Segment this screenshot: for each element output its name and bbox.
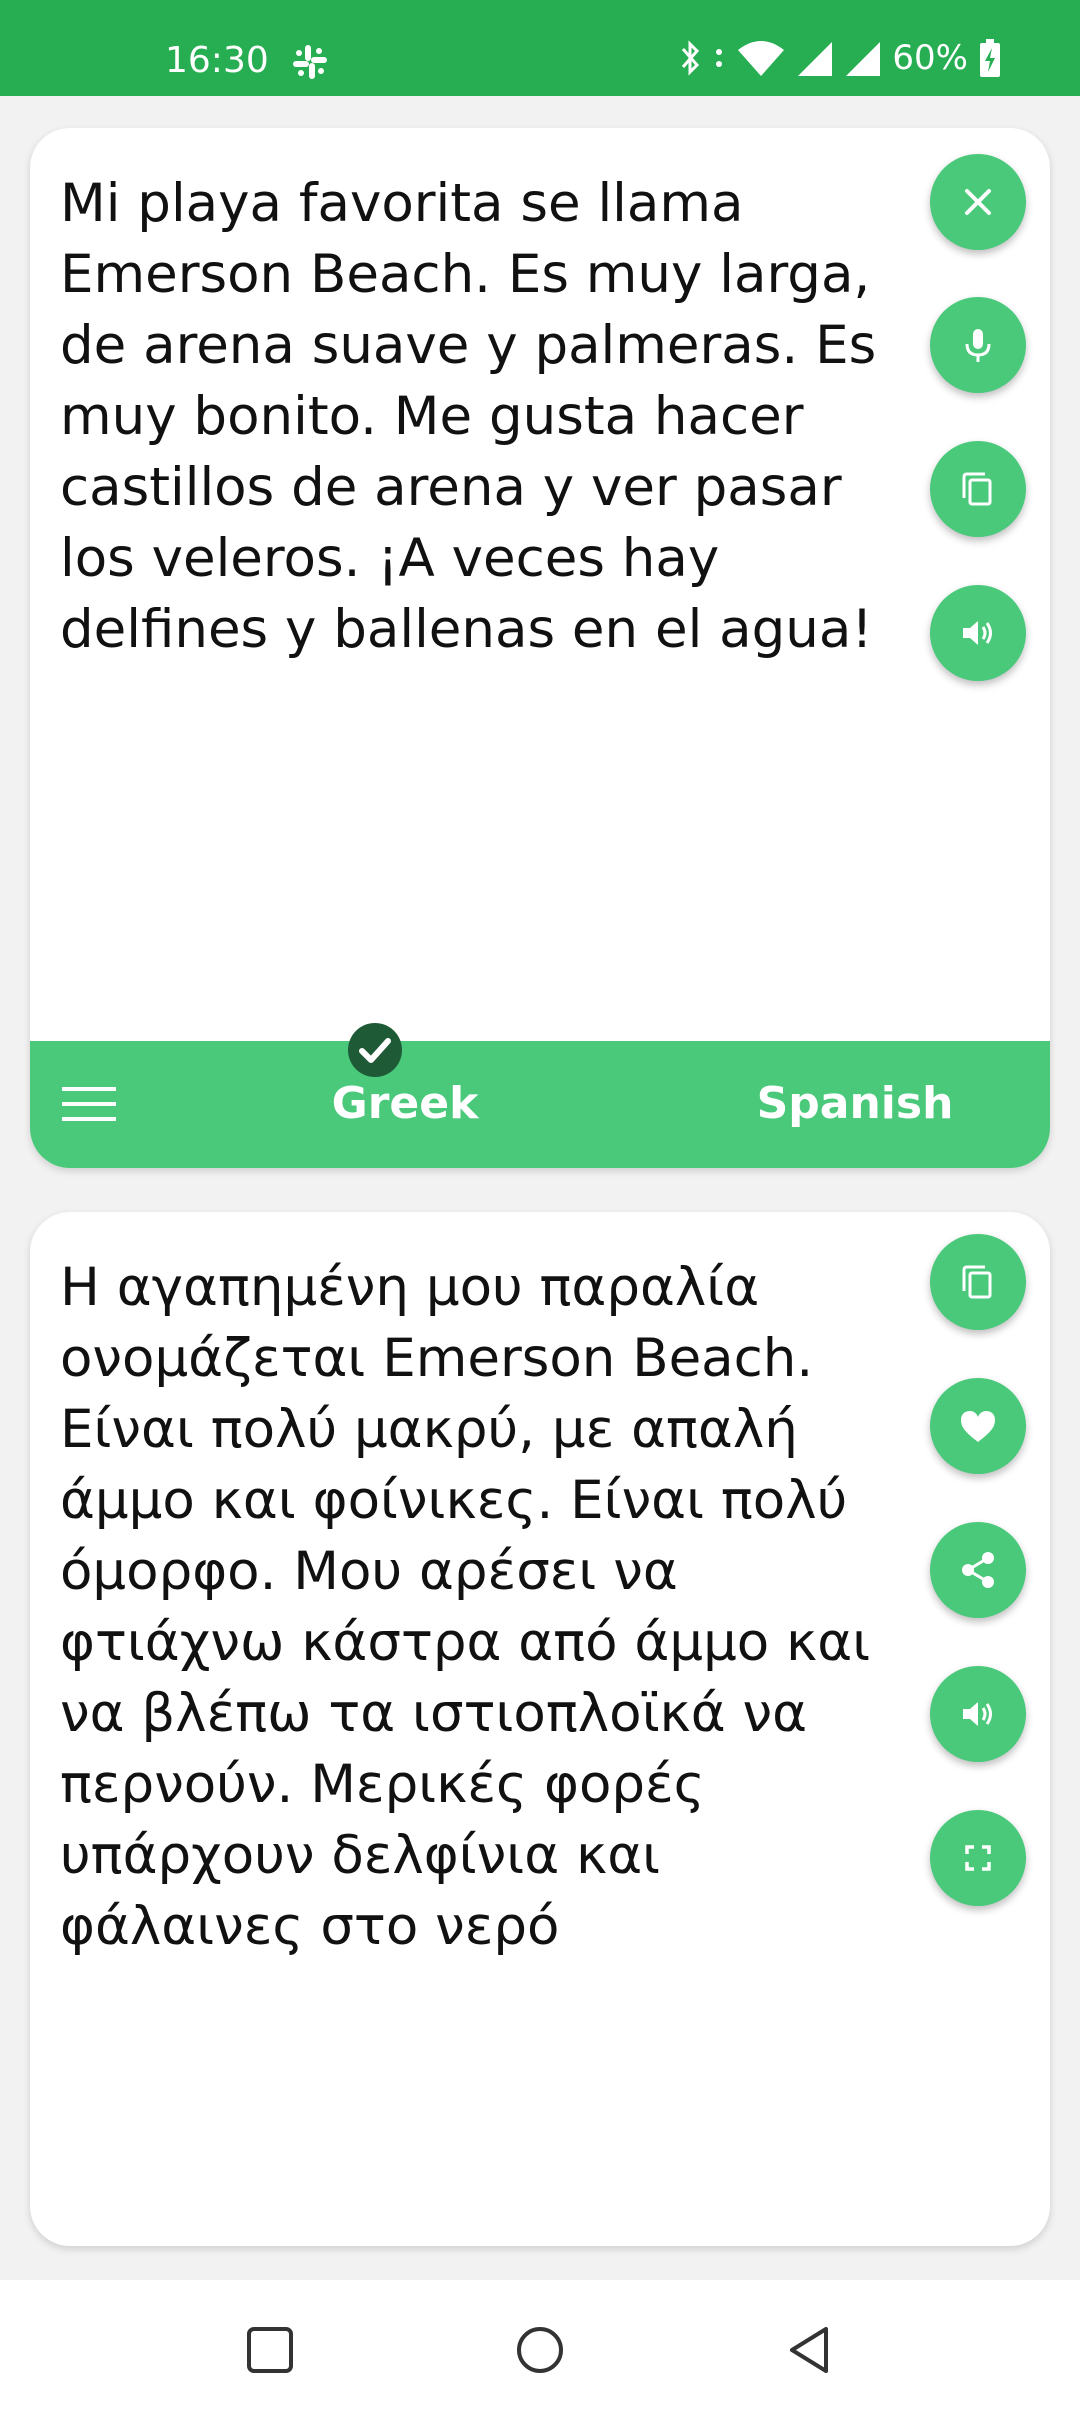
target-language-button[interactable]: Spanish <box>710 1078 1000 1129</box>
speaker-icon <box>963 621 992 645</box>
signal-icon <box>798 42 833 76</box>
speaker-icon <box>963 1702 992 1726</box>
status-time: 16:30 <box>165 40 269 81</box>
share-button[interactable] <box>930 1522 1026 1618</box>
battery-percent: 60% <box>892 38 968 78</box>
copy-result-button[interactable] <box>930 1234 1026 1330</box>
fullscreen-icon <box>965 1845 991 1871</box>
clear-button[interactable] <box>930 154 1026 250</box>
navigation-bar <box>0 2280 1080 2412</box>
status-bar: 16:30 60% <box>0 0 1080 96</box>
selected-check-icon <box>348 1023 402 1077</box>
copy-source-button[interactable] <box>930 441 1026 537</box>
result-panel: Η αγαπημένη μου παραλία ονομάζεται Emers… <box>30 1212 1050 2246</box>
vibrate-icon <box>716 49 723 67</box>
back-triangle-icon[interactable] <box>780 2320 840 2380</box>
microphone-button[interactable] <box>930 297 1026 393</box>
speak-result-button[interactable] <box>930 1666 1026 1762</box>
home-circle-icon[interactable] <box>510 2320 570 2380</box>
wifi-icon <box>738 41 785 76</box>
bluetooth-icon <box>682 40 700 76</box>
copy-icon <box>962 1265 992 1299</box>
close-icon <box>965 189 991 215</box>
microphone-icon <box>965 329 991 362</box>
menu-icon[interactable] <box>60 1081 118 1127</box>
status-icons: 60% <box>680 38 1002 78</box>
speak-source-button[interactable] <box>930 585 1026 681</box>
language-bar: Greek Spanish <box>30 1041 1050 1168</box>
slack-icon <box>293 45 327 79</box>
battery-charging-icon <box>980 39 1000 77</box>
fullscreen-button[interactable] <box>930 1810 1026 1906</box>
result-text: Η αγαπημένη μου παραλία ονομάζεται Emers… <box>60 1257 871 1957</box>
signal-icon <box>846 42 881 76</box>
favorite-button[interactable] <box>930 1378 1026 1474</box>
source-language-button[interactable]: Greek <box>310 1078 500 1129</box>
share-icon <box>962 1552 994 1588</box>
heart-icon <box>961 1411 995 1442</box>
source-panel: Mi playa favorita se llama Emerson Beach… <box>30 128 1050 1168</box>
source-text[interactable]: Mi playa favorita se llama Emerson Beach… <box>60 168 910 665</box>
recents-square-icon[interactable] <box>240 2320 300 2380</box>
copy-icon <box>962 472 992 506</box>
